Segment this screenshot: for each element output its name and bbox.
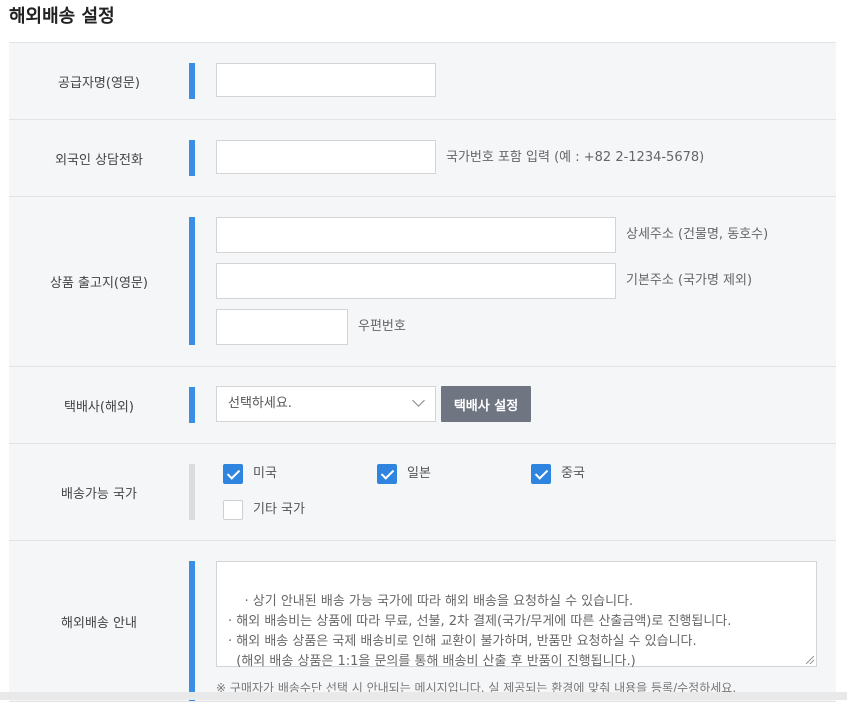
foreign-phone-help: 국가번호 포함 입력 (예 : +82 2-1234-5678) — [446, 150, 705, 165]
country-checkbox-other[interactable] — [223, 500, 243, 520]
row-marker-bar — [189, 217, 195, 345]
supplier-name-input[interactable] — [216, 63, 436, 97]
page-title: 해외배송 설정 — [9, 6, 115, 27]
address-basic-input[interactable] — [216, 263, 616, 299]
shipping-guide-label: 해외배송 안내 — [61, 615, 137, 631]
zip-code-help: 우편번호 — [358, 319, 406, 334]
address-basic-help: 기본주소 (국가명 제외) — [626, 273, 753, 288]
country-label-cn: 중국 — [561, 466, 585, 481]
address-detail-input[interactable] — [216, 217, 616, 253]
row-marker-bar — [189, 63, 195, 99]
foreign-phone-input[interactable] — [216, 140, 436, 174]
shipping-origin-label: 상품 출고지(영문) — [50, 276, 148, 291]
country-checkbox-jp[interactable] — [377, 464, 397, 484]
row-marker-bar — [189, 561, 195, 701]
available-countries-label: 배송가능 국가 — [61, 486, 137, 502]
courier-select[interactable]: 선택하세요. — [216, 386, 436, 422]
bottom-scroll-strip — [0, 692, 847, 700]
courier-select-value: 선택하세요. — [228, 396, 292, 411]
country-label-jp: 일본 — [407, 466, 431, 481]
chevron-down-icon — [412, 394, 425, 407]
shipping-guide-text: · 상기 안내된 배송 가능 국가에 따라 해외 배송을 요청하실 수 있습니다… — [228, 594, 732, 669]
row-marker-bar — [189, 387, 195, 423]
address-detail-help: 상세주소 (건물명, 동호수) — [626, 227, 769, 242]
courier-label: 택배사(해외) — [64, 399, 134, 415]
country-checkbox-cn[interactable] — [531, 464, 551, 484]
shipping-guide-textarea[interactable]: · 상기 안내된 배송 가능 국가에 따라 해외 배송을 요청하실 수 있습니다… — [216, 561, 817, 669]
row-available-countries: 배송가능 국가 — [9, 444, 836, 541]
country-checkbox-us[interactable] — [223, 464, 243, 484]
country-label-us: 미국 — [253, 466, 277, 481]
zip-code-input[interactable] — [216, 309, 348, 345]
overseas-shipping-form: 공급자명(영문) 외국인 상담전화 국가번호 포함 입력 (예 : +82 2-… — [9, 42, 836, 702]
supplier-name-label: 공급자명(영문) — [58, 75, 140, 91]
row-supplier-name: 공급자명(영문) — [9, 43, 836, 120]
row-marker-bar — [189, 464, 195, 520]
foreign-phone-label: 외국인 상담전화 — [55, 152, 143, 168]
row-shipping-origin: 상품 출고지(영문) 상세주소 (건물명, 동호수) 기본주소 (국가명 제외)… — [9, 197, 836, 367]
row-marker-bar — [189, 140, 195, 176]
courier-settings-button[interactable]: 택배사 설정 — [441, 386, 531, 422]
country-label-other: 기타 국가 — [253, 502, 305, 517]
row-foreign-phone: 외국인 상담전화 국가번호 포함 입력 (예 : +82 2-1234-5678… — [9, 120, 836, 197]
resize-grip-icon[interactable] — [806, 656, 814, 664]
